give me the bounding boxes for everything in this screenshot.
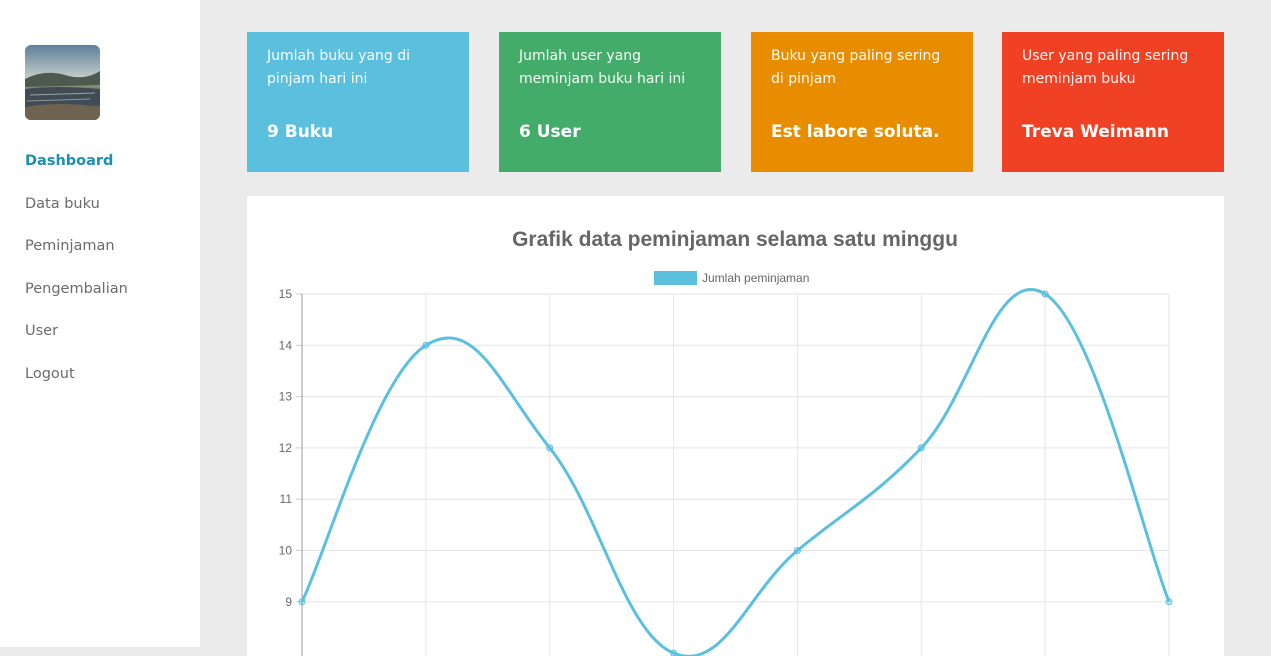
data-point [1041, 290, 1049, 298]
y-tick-label: 9 [285, 595, 292, 609]
line-chart: Grafik data peminjaman selama satu mingg… [279, 228, 1173, 656]
avatar [25, 45, 100, 120]
y-tick-label: 10 [279, 544, 293, 558]
main-content: Jumlah buku yang di pinjam hari ini 9 Bu… [200, 0, 1271, 656]
data-point [670, 649, 678, 656]
stat-card-value: Treva Weimann [1022, 122, 1170, 142]
data-point [422, 341, 430, 349]
legend-swatch [654, 271, 697, 285]
stat-card-books-today: Jumlah buku yang di pinjam hari ini 9 Bu… [247, 32, 469, 172]
y-tick-label: 13 [279, 390, 293, 404]
sidebar-item-peminjaman[interactable]: Peminjaman [25, 225, 128, 268]
stat-card-label: Jumlah buku yang di pinjam hari ini [267, 48, 411, 87]
data-point [1165, 598, 1173, 606]
y-tick-label: 11 [280, 492, 293, 506]
stat-card-most-borrowed-book: Buku yang paling sering di pinjam Est la… [751, 32, 973, 172]
stat-card-label: Jumlah user yang meminjam buku hari ini [519, 48, 686, 87]
sidebar-nav: Dashboard Data buku Peminjaman Pengembal… [25, 140, 128, 396]
sidebar-item-user[interactable]: User [25, 310, 128, 353]
stat-card-value: 6 User [519, 122, 581, 142]
chart-panel: Grafik data peminjaman selama satu mingg… [247, 196, 1224, 656]
legend-label: Jumlah peminjaman [702, 271, 809, 285]
series-line-jumlah-peminjaman [300, 288, 1171, 656]
data-point [917, 444, 925, 452]
y-tick-label: 15 [279, 287, 293, 301]
stat-card-users-today: Jumlah user yang meminjam buku hari ini … [499, 32, 721, 172]
data-point [298, 598, 306, 606]
y-tick-label: 12 [279, 441, 293, 455]
landscape-photo-icon [25, 45, 100, 120]
y-tick-label: 14 [279, 338, 293, 352]
data-point [793, 547, 801, 554]
sidebar: Dashboard Data buku Peminjaman Pengembal… [0, 0, 200, 647]
stat-card-value: 9 Buku [267, 122, 334, 142]
stat-card-top-borrower: User yang paling sering meminjam buku Tr… [1002, 32, 1224, 172]
chart-title: Grafik data peminjaman selama satu mingg… [512, 228, 958, 251]
sidebar-item-data-buku[interactable]: Data buku [25, 183, 128, 226]
stat-card-value: Est labore soluta. [771, 122, 940, 142]
sidebar-item-dashboard[interactable]: Dashboard [25, 140, 128, 183]
stat-card-label: Buku yang paling sering di pinjam [771, 48, 941, 87]
data-point [546, 444, 554, 452]
stat-card-label: User yang paling sering meminjam buku [1022, 48, 1189, 87]
sidebar-item-pengembalian[interactable]: Pengembalian [25, 268, 128, 311]
sidebar-item-logout[interactable]: Logout [25, 353, 128, 396]
